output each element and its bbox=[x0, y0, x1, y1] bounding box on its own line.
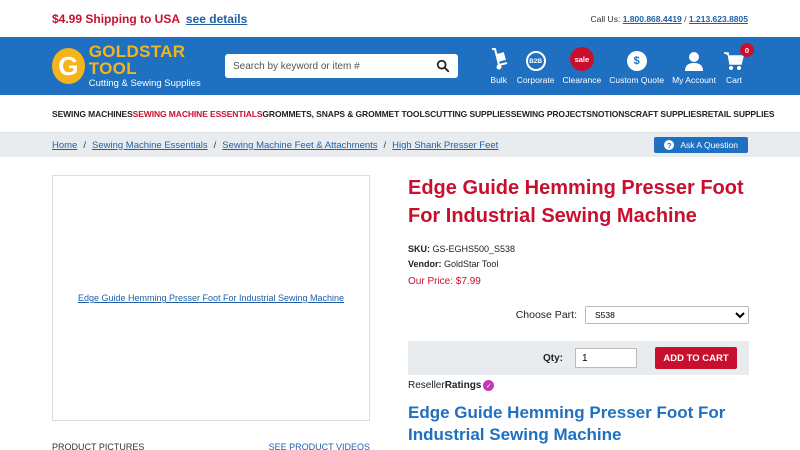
b2b-icon: B2B bbox=[525, 51, 546, 71]
sku-value: GS-EGHS500_S538 bbox=[432, 244, 516, 254]
search-box bbox=[225, 54, 458, 78]
main-nav: SEWING MACHINES SEWING MACHINE ESSENTIAL… bbox=[0, 95, 800, 133]
cart-count-badge: 0 bbox=[740, 43, 754, 57]
cart-label: Cart bbox=[725, 75, 743, 85]
shipping-promo-text: $4.99 Shipping to USA bbox=[52, 11, 180, 26]
custom-quote-label: Custom Quote bbox=[609, 75, 665, 85]
nav-craft-supplies[interactable]: CRAFT SUPPLIES bbox=[630, 109, 702, 119]
sale-icon: sale bbox=[569, 47, 594, 71]
ask-question-label: Ask A Question bbox=[680, 140, 738, 150]
my-account-label: My Account bbox=[672, 75, 716, 85]
question-icon: ? bbox=[664, 140, 675, 150]
product-image-alt-link[interactable]: Edge Guide Hemming Presser Foot For Indu… bbox=[78, 293, 344, 303]
product-image[interactable]: Edge Guide Hemming Presser Foot For Indu… bbox=[52, 175, 370, 421]
product-details: Edge Guide Hemming Presser Foot For Indu… bbox=[408, 157, 749, 446]
sku-row: SKU: GS-EGHS500_S538 bbox=[408, 244, 516, 254]
custom-quote-button[interactable]: $ Custom Quote bbox=[605, 47, 668, 85]
clearance-label: Clearance bbox=[562, 75, 602, 85]
vendor-row: Vendor: GoldStar Tool bbox=[408, 259, 499, 269]
logo-tagline: Cutting & Sewing Supplies bbox=[88, 77, 201, 89]
choose-part-select[interactable]: S538 bbox=[585, 306, 749, 324]
dolly-icon bbox=[491, 48, 507, 70]
price-value: $7.99 bbox=[455, 276, 481, 287]
reseller-ratings[interactable]: Reseller Ratings ✓ bbox=[408, 380, 749, 391]
corporate-button[interactable]: B2B Corporate bbox=[513, 47, 559, 85]
product-media-tabs: PRODUCT PICTURES SEE PRODUCT VIDEOS bbox=[52, 442, 370, 450]
user-icon bbox=[685, 52, 704, 71]
vendor-value: GoldStar Tool bbox=[444, 259, 499, 269]
nav-grommets[interactable]: GROMMETS, SNAPS & GROMMET TOOLS bbox=[262, 109, 430, 119]
shipping-promo: $4.99 Shipping to USA see details bbox=[52, 12, 247, 26]
add-to-cart-button[interactable]: ADD TO CART bbox=[655, 347, 737, 369]
breadcrumb-feet-attachments[interactable]: Sewing Machine Feet & Attachments bbox=[222, 140, 377, 151]
price-row: Our Price: $7.99 bbox=[408, 276, 481, 287]
bulk-button[interactable]: Bulk bbox=[485, 47, 513, 85]
product-meta: SKU: GS-EGHS500_S538 Vendor: GoldStar To… bbox=[408, 242, 749, 289]
call-us: Call Us: 1.800.868.4419 / 1.213.623.8805 bbox=[591, 14, 748, 24]
check-badge-icon: ✓ bbox=[483, 380, 495, 391]
nav-cutting-supplies[interactable]: CUTTING SUPPLIES bbox=[430, 109, 511, 119]
product-main: Edge Guide Hemming Presser Foot For Indu… bbox=[0, 157, 800, 450]
choose-part-label: Choose Part: bbox=[515, 309, 577, 321]
nav-sewing-machine-essentials[interactable]: SEWING MACHINE ESSENTIALS bbox=[133, 109, 263, 119]
nav-sewing-machines[interactable]: SEWING MACHINES bbox=[52, 109, 133, 119]
search-input[interactable] bbox=[233, 60, 436, 72]
cart-button[interactable]: 0 Cart bbox=[720, 43, 754, 85]
product-title: Edge Guide Hemming Presser Foot For Indu… bbox=[408, 177, 744, 227]
breadcrumb-sewing-machine-essentials[interactable]: Sewing Machine Essentials bbox=[92, 140, 208, 151]
logo[interactable]: G GOLDSTAR TOOL Cutting & Sewing Supplie… bbox=[52, 43, 225, 90]
breadcrumb-home[interactable]: Home bbox=[52, 140, 77, 151]
qty-label: Qty: bbox=[543, 352, 563, 364]
breadcrumb-high-shank[interactable]: High Shank Presser Feet bbox=[392, 140, 498, 151]
tab-product-videos[interactable]: SEE PRODUCT VIDEOS bbox=[269, 442, 370, 450]
clearance-button[interactable]: sale Clearance bbox=[559, 47, 606, 85]
tab-product-pictures[interactable]: PRODUCT PICTURES bbox=[52, 442, 144, 450]
site-header: G GOLDSTAR TOOL Cutting & Sewing Supplie… bbox=[0, 37, 800, 95]
corporate-label: Corporate bbox=[516, 75, 555, 85]
quantity-bar: Qty: ADD TO CART bbox=[408, 341, 749, 375]
logo-name: GOLDSTAR TOOL bbox=[88, 41, 186, 78]
dollar-icon: $ bbox=[626, 51, 647, 71]
breadcrumb-bar: Home / Sewing Machine Essentials / Sewing … bbox=[0, 133, 800, 157]
nav-retail-supplies[interactable]: RETAIL SUPPLIES bbox=[702, 109, 775, 119]
phone-link-1[interactable]: 1.800.868.4419 bbox=[623, 14, 682, 24]
my-account-button[interactable]: My Account bbox=[668, 47, 720, 85]
top-bar: $4.99 Shipping to USA see details Call U… bbox=[0, 0, 800, 37]
phone-separator: / bbox=[684, 13, 687, 24]
nav-notions[interactable]: NOTIONS bbox=[592, 109, 630, 119]
header-icons: Bulk B2B Corporate sale Clearance $ Cust… bbox=[485, 43, 754, 85]
bulk-label: Bulk bbox=[490, 75, 507, 85]
ask-question-button[interactable]: ? Ask A Question bbox=[654, 137, 748, 153]
quantity-stepper[interactable] bbox=[575, 348, 637, 368]
choose-part-row: Choose Part: S538 bbox=[408, 306, 749, 324]
see-details-link[interactable]: see details bbox=[186, 12, 247, 26]
call-us-label: Call Us: bbox=[590, 13, 621, 24]
search-icon[interactable] bbox=[436, 59, 450, 73]
breadcrumb: Home / Sewing Machine Essentials / Sewing … bbox=[52, 139, 499, 151]
nav-sewing-projects[interactable]: SEWING PROJECTS bbox=[511, 109, 592, 119]
phone-link-2[interactable]: 1.213.623.8805 bbox=[689, 14, 748, 24]
product-subtitle: Edge Guide Hemming Presser Foot For Indu… bbox=[408, 403, 726, 444]
logo-mark: G bbox=[52, 48, 85, 84]
